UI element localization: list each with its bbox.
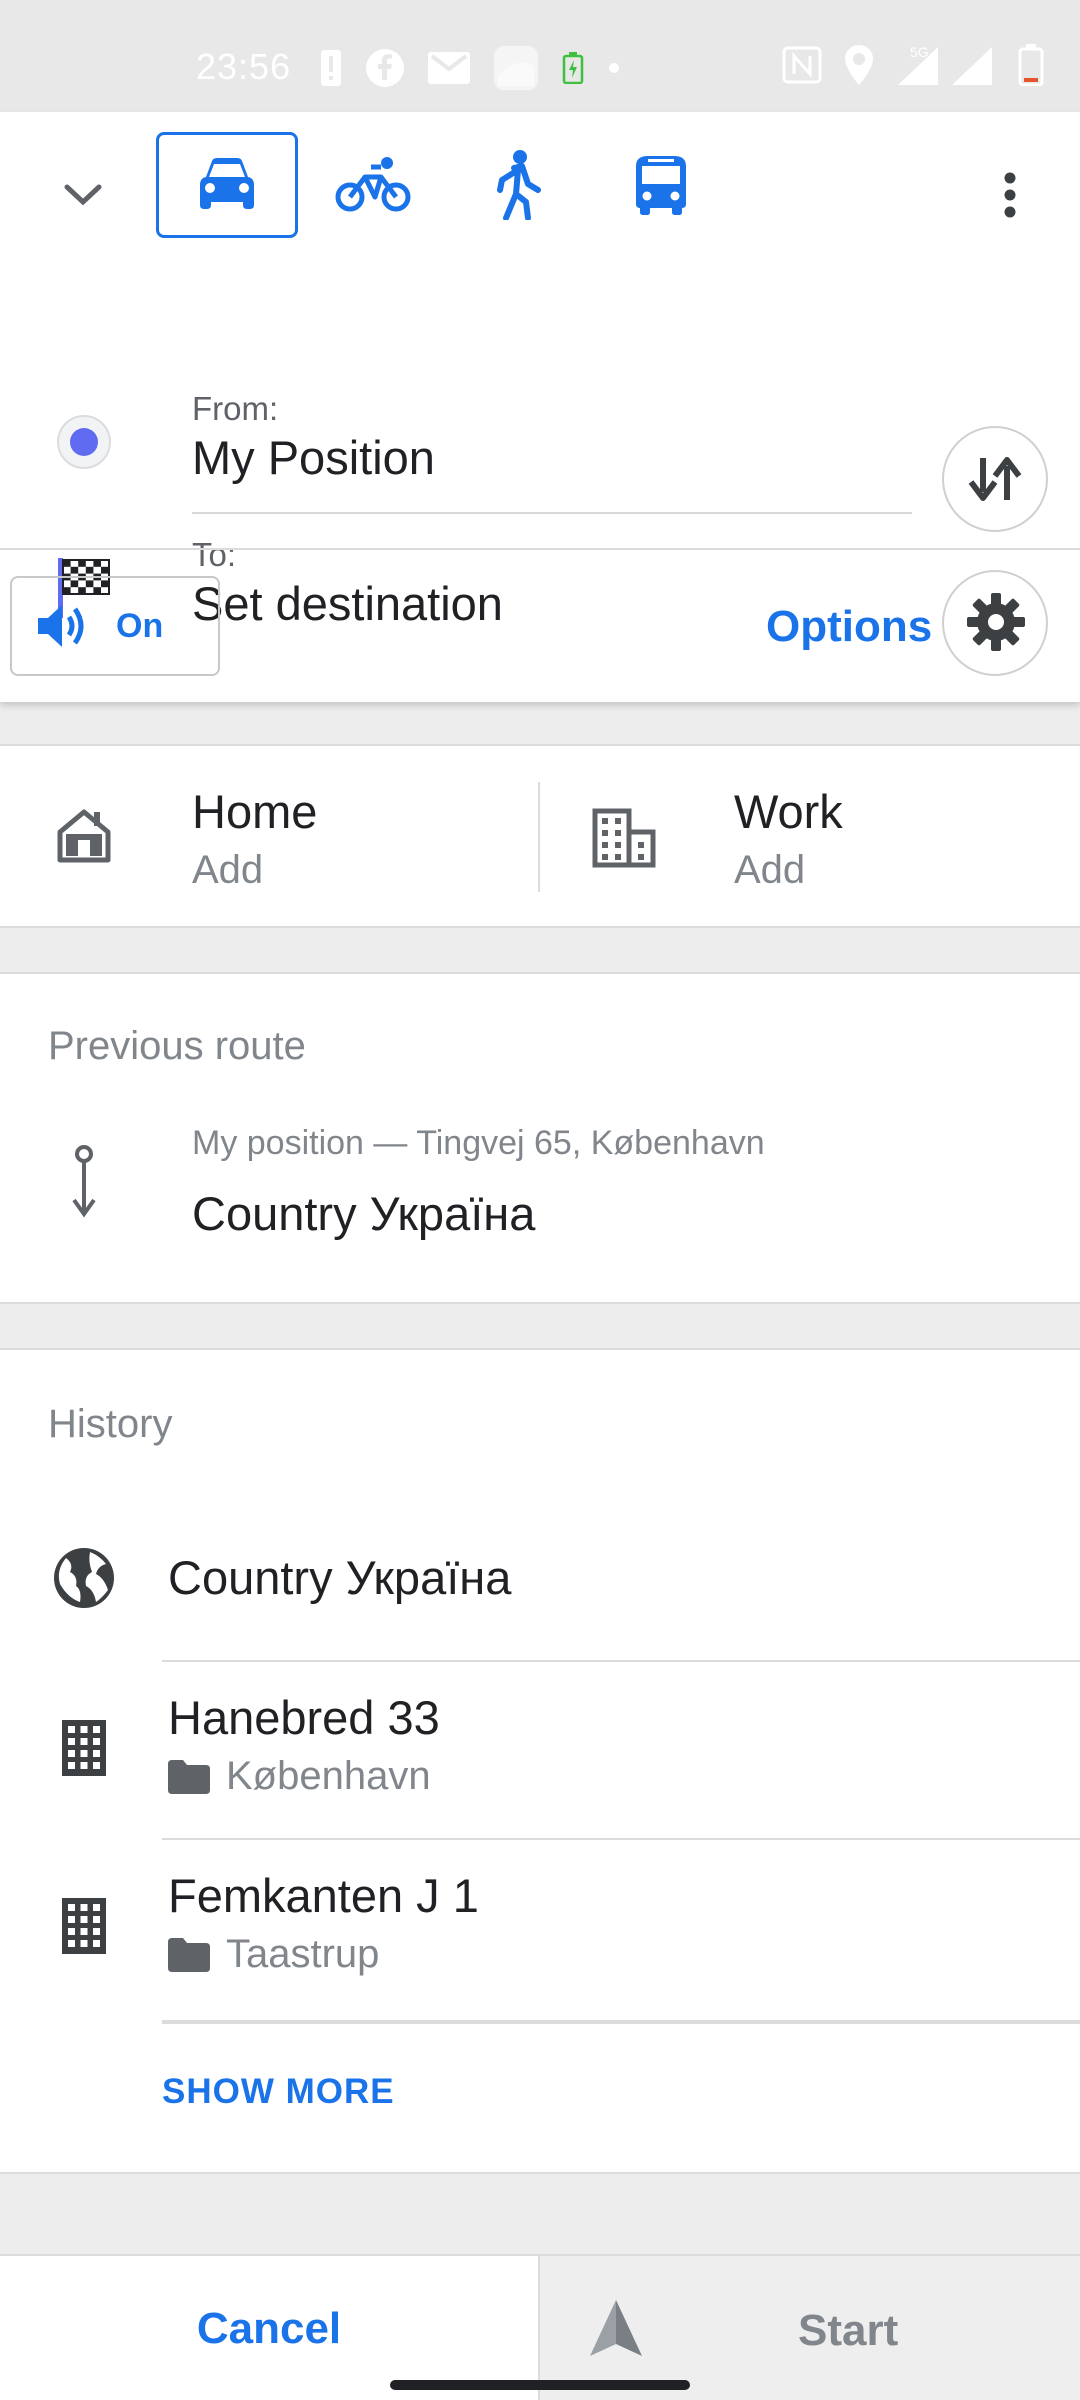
- home-subtitle: Add: [192, 848, 264, 892]
- home-icon: [57, 809, 111, 863]
- app-icon: [494, 46, 538, 90]
- start-label: Start: [798, 2306, 899, 2355]
- folder-icon: [168, 1937, 210, 1972]
- history-item-title: Hanebred 33: [168, 1691, 440, 1744]
- previous-route-item[interactable]: My position — Tingvej 65, København Coun…: [0, 1114, 1080, 1294]
- history-item-3[interactable]: Femkanten J 1 Taastrup: [0, 1840, 1080, 2016]
- history-item-2[interactable]: Hanebred 33 København: [0, 1662, 1080, 1838]
- mode-car-button[interactable]: [156, 132, 298, 238]
- facebook-icon: [366, 49, 404, 87]
- alert-icon: [321, 50, 341, 86]
- work-subtitle: Add: [734, 848, 806, 892]
- collapse-button[interactable]: [50, 162, 116, 228]
- route-planner-card: From: My Position To: Set destination On…: [0, 112, 1080, 702]
- mode-bicycle-button[interactable]: [302, 132, 444, 238]
- car-icon: [200, 158, 254, 209]
- history-item-subtitle: Taastrup: [168, 1932, 379, 1977]
- bus-icon: [636, 156, 686, 215]
- voice-state-label: On: [116, 606, 164, 645]
- navigation-arrow-icon: [590, 2300, 642, 2356]
- previous-route-meta: My position — Tingvej 65, København: [192, 1124, 765, 1162]
- mode-pedestrian-button[interactable]: [446, 132, 588, 238]
- system-icons: 5G: [782, 44, 1044, 86]
- history-item-city: Taastrup: [226, 1932, 380, 1976]
- shortcuts-card: Home Add Work Add: [0, 744, 1080, 928]
- from-row: From: My Position: [0, 262, 1080, 532]
- show-more-button[interactable]: SHOW MORE: [162, 2072, 395, 2112]
- network-type-label: 5G: [910, 45, 929, 60]
- bottom-action-bar: Cancel Start: [0, 2254, 1080, 2400]
- divider: [0, 548, 1080, 550]
- dot-icon: [609, 63, 619, 73]
- history-divider: [162, 2020, 1080, 2024]
- signal-icon: 5G: [898, 45, 992, 85]
- folder-icon: [168, 1759, 210, 1794]
- bicycle-icon: [335, 157, 411, 212]
- status-bar: 23:56 5G: [0, 0, 1080, 112]
- work-shortcut[interactable]: Work Add: [540, 746, 1080, 926]
- start-button[interactable]: Start: [538, 2256, 1080, 2400]
- options-button[interactable]: Options: [766, 602, 932, 652]
- work-title: Work: [734, 785, 843, 838]
- previous-route-card: Previous route My position — Tingvej 65,…: [0, 972, 1080, 1304]
- globe-icon: [54, 1548, 114, 1608]
- route-icon: [72, 1145, 96, 1218]
- home-shortcut[interactable]: Home Add: [0, 746, 540, 926]
- history-heading: History: [48, 1402, 173, 1446]
- previous-route-heading: Previous route: [48, 1024, 306, 1068]
- gesture-handle[interactable]: [390, 2380, 690, 2390]
- battery-icon: [1018, 44, 1044, 86]
- gmail-icon: [428, 52, 470, 84]
- history-item-title: Country Україна: [168, 1551, 512, 1604]
- history-item-title: Femkanten J 1: [168, 1869, 479, 1922]
- history-item-city: København: [226, 1754, 431, 1798]
- to-row: To: Set destination: [0, 408, 1080, 676]
- more-options-button[interactable]: [980, 162, 1040, 228]
- notification-icons: [320, 46, 620, 90]
- building-icon: [62, 1720, 106, 1776]
- building-icon: [62, 1898, 106, 1954]
- office-building-icon: [592, 808, 656, 868]
- gear-icon[interactable]: [966, 592, 1026, 652]
- pedestrian-icon: [497, 150, 541, 220]
- chevron-down-icon: [64, 184, 102, 206]
- history-item-subtitle: København: [168, 1754, 431, 1799]
- history-card: History Country Україна Hanebred 33 Købe…: [0, 1348, 1080, 2174]
- more-vert-icon: [1004, 172, 1016, 218]
- cancel-button[interactable]: Cancel: [0, 2256, 538, 2400]
- to-field[interactable]: Set destination: [192, 576, 503, 631]
- battery-saver-icon: [562, 52, 584, 84]
- voice-toggle-button[interactable]: On: [10, 576, 220, 676]
- status-time: 23:56: [196, 46, 292, 87]
- previous-route-title: Country Україна: [192, 1187, 536, 1240]
- transport-mode-bar: [0, 112, 1080, 262]
- nfc-icon: [782, 46, 822, 84]
- history-item-1[interactable]: Country Україна: [0, 1480, 1080, 1660]
- to-label: To:: [192, 536, 237, 573]
- mode-public-transport-button[interactable]: [590, 132, 732, 238]
- location-icon: [845, 45, 873, 85]
- volume-icon: [38, 605, 84, 647]
- home-title: Home: [192, 785, 318, 838]
